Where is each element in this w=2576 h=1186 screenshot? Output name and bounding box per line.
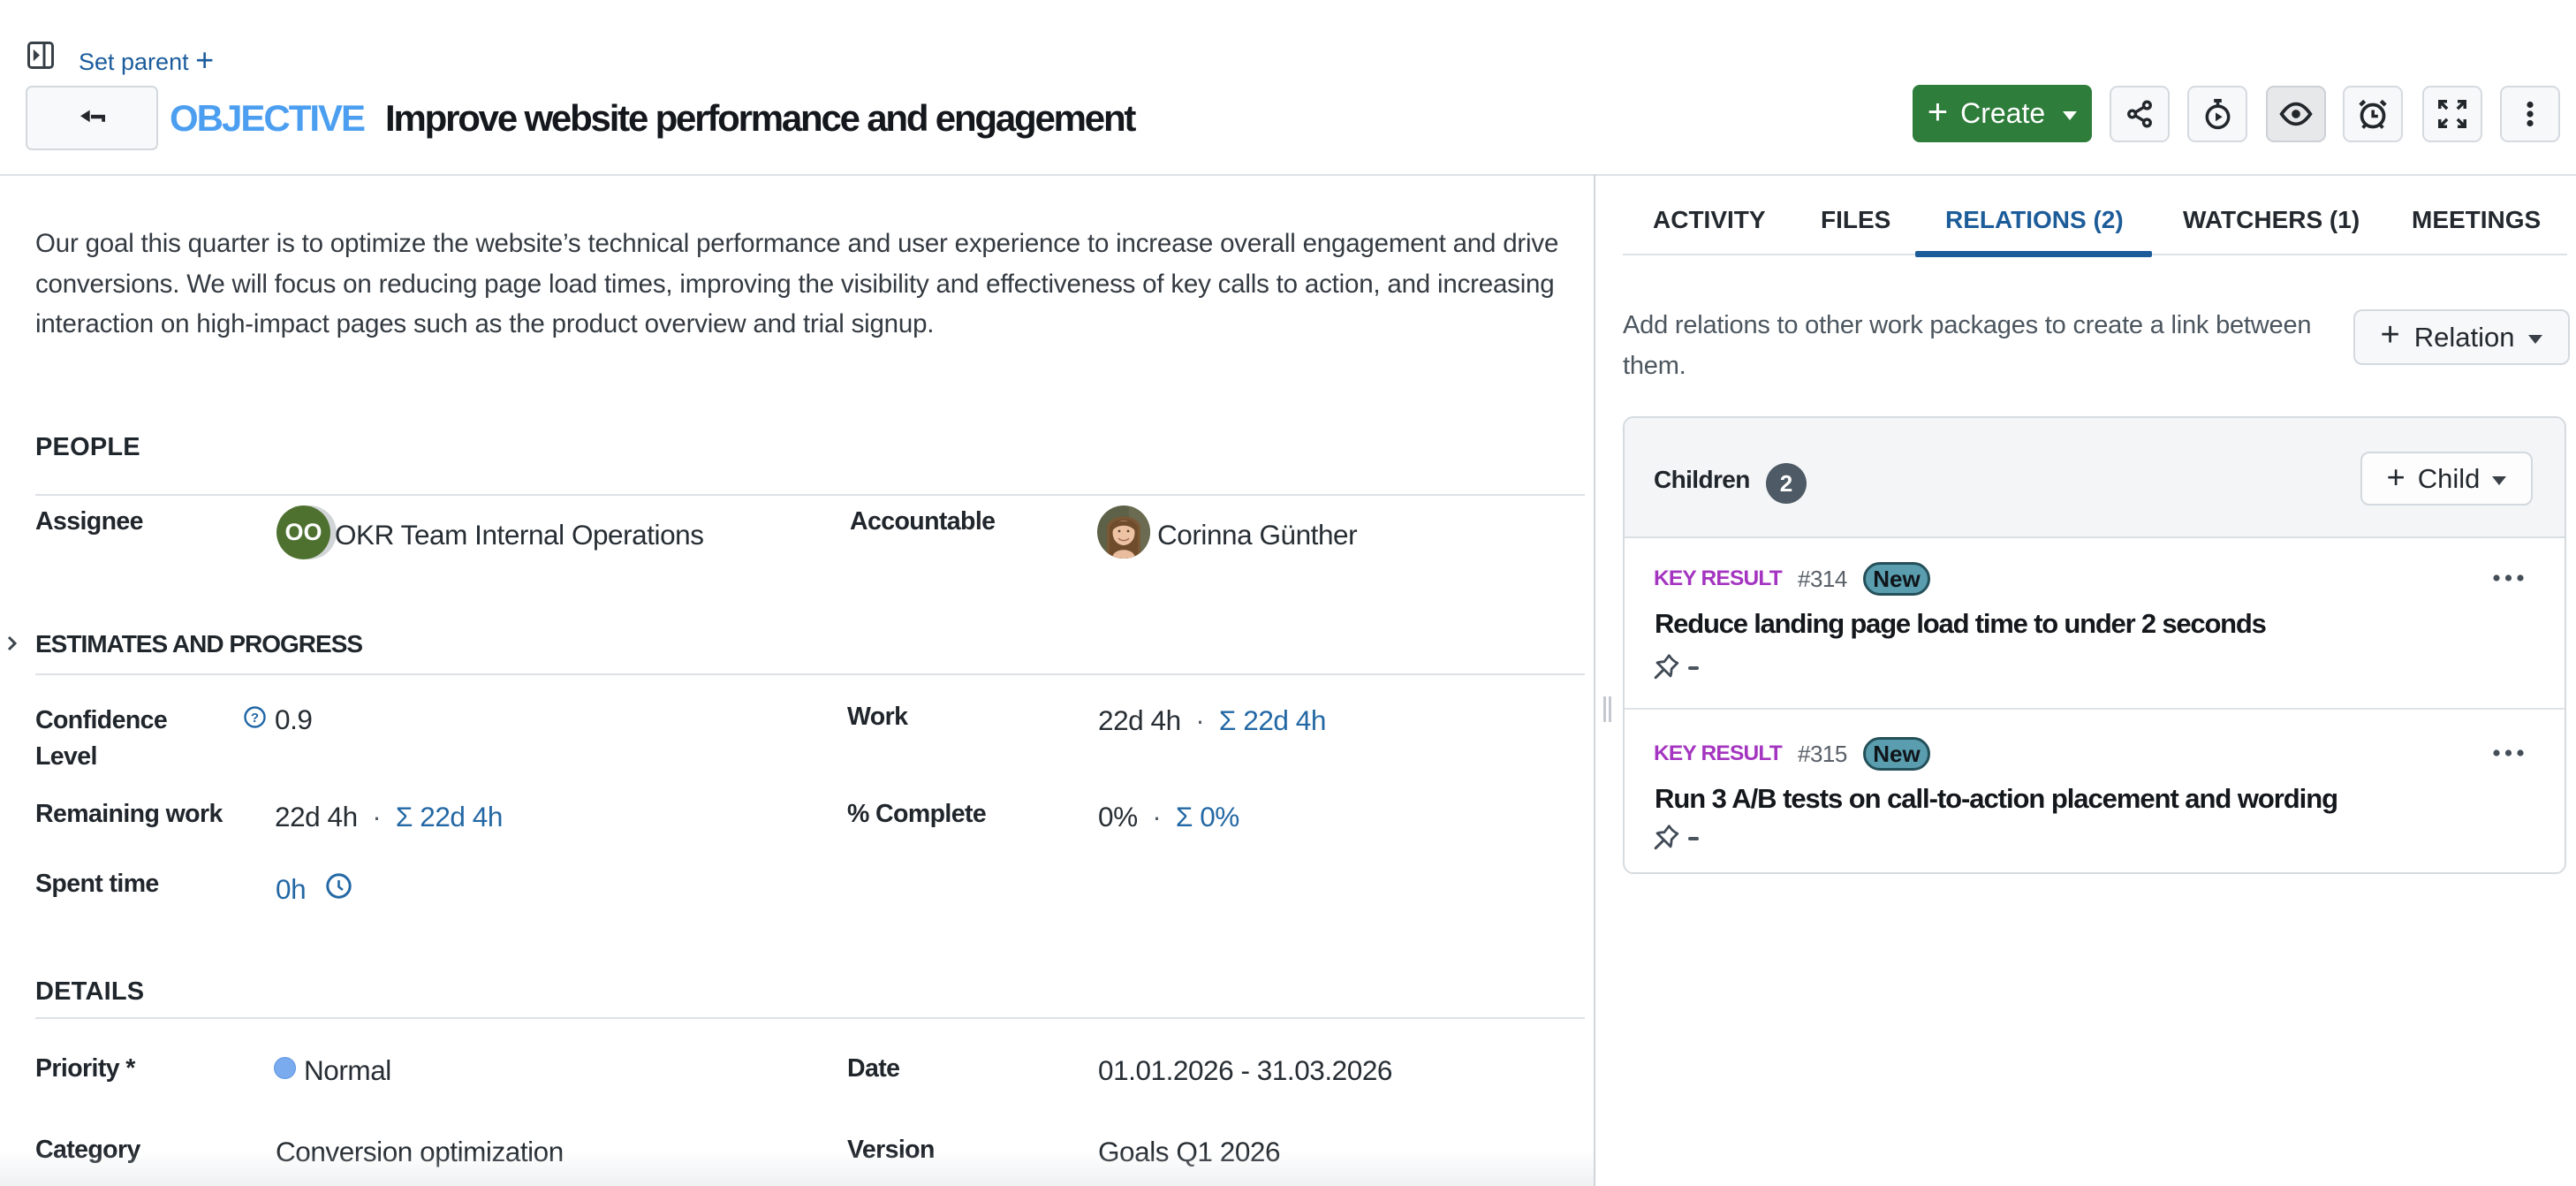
svg-text:?: ? bbox=[251, 711, 259, 726]
